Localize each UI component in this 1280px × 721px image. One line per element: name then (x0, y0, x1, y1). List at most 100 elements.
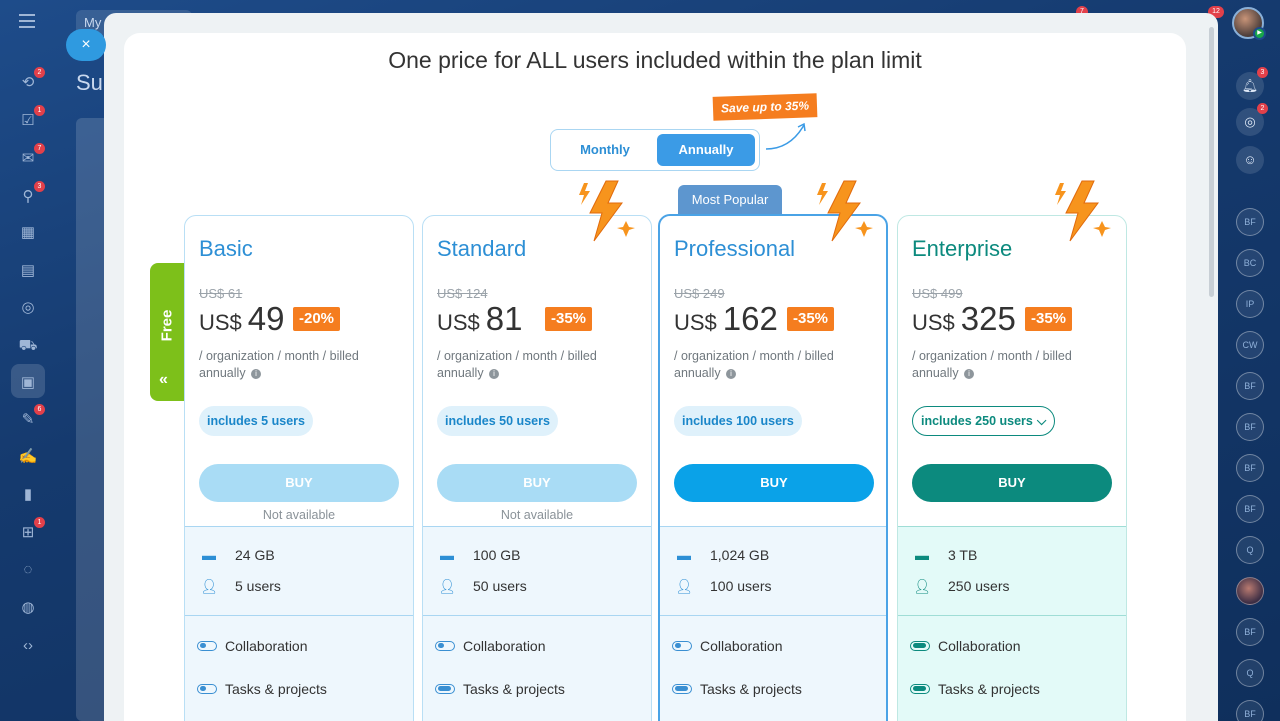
feature-label: Tasks & projects (225, 681, 327, 697)
users-row: 👤︎ 50 users (437, 576, 527, 596)
calendar-icon: ▦ (20, 224, 36, 241)
buy-button[interactable]: BUY (674, 464, 874, 502)
sidebar-item-4[interactable]: ▦ (17, 222, 39, 244)
activity-stream-icon: ⟲ (21, 74, 35, 91)
sidebar-item-12[interactable]: ⊞ 1 (17, 517, 45, 544)
forms-icon: ✎ (21, 411, 35, 428)
right-sidebar: 🔔︎ 3 ◎ 2 ☺ BF BC IP CW BF BF BF BF Q BF Q BF (1220, 0, 1280, 721)
sidebar-item-1[interactable]: ☑ 1 (17, 105, 45, 132)
notifications-button[interactable]: 🔔︎ 3 (1236, 67, 1268, 100)
contact-avatar[interactable]: BF (1236, 454, 1264, 482)
sidebar-item-3[interactable]: ⚲ 3 (17, 181, 45, 208)
free-plan-tab[interactable]: Free « (150, 263, 184, 401)
billing-period: / organization / month / billed annually… (199, 348, 399, 382)
limits-section: ▬ 100 GB 👤︎ 50 users (423, 526, 651, 616)
feature-label: Collaboration (700, 638, 783, 654)
info-icon[interactable]: i (726, 368, 737, 379)
contact-avatar[interactable]: BF (1236, 700, 1264, 721)
sidebar-item-11[interactable]: ▮ (17, 484, 39, 506)
price: US$ 49 (199, 300, 285, 340)
sidebar-item-15[interactable]: ‹› (17, 635, 39, 657)
monthly-option[interactable]: Monthly (555, 134, 655, 166)
sidebar-item-13[interactable]: ◌ (17, 559, 39, 581)
old-price: US$ 249 (674, 286, 725, 301)
free-tab-label: Free (158, 309, 176, 342)
feature-level-icon (435, 641, 455, 651)
user-icon: 👤︎ (200, 577, 218, 594)
plan-card-basic: Basic US$ 61 US$ 49 -20% / organization / mon… (184, 215, 414, 721)
billing-period: / organization / month / billed annually… (437, 348, 637, 382)
inbox-icon: ⊞ (21, 524, 35, 541)
buy-button[interactable]: BUY (199, 464, 399, 502)
sidebar-badge: 2 (34, 67, 45, 78)
users-value: 250 users (948, 578, 1010, 594)
sidebar-item-14[interactable]: ◍ (17, 597, 39, 619)
info-icon[interactable]: i (251, 368, 262, 379)
feature-level-icon (435, 684, 455, 694)
feature-label: Collaboration (463, 638, 546, 654)
page-title: One price for ALL users included within … (388, 47, 922, 73)
price: US$ 162 (674, 300, 778, 340)
users-included-text: includes 250 users (921, 414, 1033, 428)
sidebar-item-8[interactable]: ▣ (17, 372, 39, 394)
contact-avatar[interactable]: Q (1236, 659, 1264, 687)
contact-avatar[interactable]: IP (1236, 290, 1264, 318)
contact-avatar[interactable]: BF (1236, 495, 1264, 523)
users-included[interactable]: includes 250 users ⌵ (912, 406, 1056, 436)
sidebar-item-9[interactable]: ✎ 6 (17, 404, 45, 431)
chats-button[interactable]: ☺ (1236, 146, 1264, 174)
contact-avatar[interactable]: CW (1236, 331, 1264, 359)
buy-button[interactable]: BUY (912, 464, 1112, 502)
sidebar-item-2[interactable]: ✉ 7 (17, 143, 45, 170)
pricing-sheet: One price for ALL users included within … (124, 33, 1186, 721)
contact-avatar[interactable]: BF (1236, 618, 1264, 646)
contact-avatar[interactable]: BF (1236, 208, 1264, 236)
contact-avatar[interactable]: BF (1236, 372, 1264, 400)
feature-level-icon (910, 684, 930, 694)
plan-card-standard: Standard US$ 124 US$ 81 -35% / organization /… (422, 215, 652, 721)
info-icon[interactable]: i (964, 368, 975, 379)
scrollbar[interactable] (1209, 27, 1214, 297)
storage-icon: ▬ (915, 547, 929, 563)
plan-name: Professional (674, 236, 796, 261)
feature-level-icon (197, 641, 217, 651)
sidebar-item-6[interactable]: ◎ (17, 297, 39, 319)
sidebar-item-5[interactable]: ▤ (17, 260, 39, 282)
contact-avatar[interactable] (1236, 577, 1264, 605)
annually-option[interactable]: Annually (657, 134, 755, 166)
price-currency: US$ (674, 310, 717, 335)
sidebar-item-7[interactable]: ⛟ (17, 335, 39, 357)
price: US$ 81 (437, 300, 523, 340)
close-slider-button[interactable]: × (66, 29, 106, 61)
pricing-slider: One price for ALL users included within … (104, 13, 1218, 721)
storage-row: ▬ 100 GB (437, 545, 520, 565)
contact-avatar[interactable]: Q (1236, 536, 1264, 564)
info-icon[interactable]: i (489, 368, 500, 379)
chevron-down-icon[interactable]: ⌵ (1037, 414, 1046, 428)
user-icon: 👤︎ (913, 577, 931, 594)
limits-section: ▬ 24 GB 👤︎ 5 users (185, 526, 413, 616)
feature-row: Tasks & projects (197, 681, 327, 697)
contact-avatar[interactable]: BC (1236, 249, 1264, 277)
old-price: US$ 61 (199, 286, 243, 301)
sidebar-badge: 3 (34, 181, 45, 192)
price-value: 325 (960, 300, 1016, 337)
price-currency: US$ (912, 310, 955, 335)
goals-icon: ◎ (21, 299, 35, 316)
limits-section: ▬ 1,024 GB 👤︎ 100 users (660, 526, 886, 616)
price-value: 49 (247, 300, 285, 337)
users-row: 👤︎ 5 users (199, 576, 281, 596)
storage-value: 100 GB (473, 547, 521, 563)
copilot-button[interactable]: ◎ 2 (1236, 103, 1268, 136)
buy-button[interactable]: BUY (437, 464, 637, 502)
sidebar-item-0[interactable]: ⟲ 2 (17, 67, 45, 94)
users-value: 100 users (710, 578, 772, 594)
feature-row: Tasks & projects (435, 681, 565, 697)
users-included: includes 100 users (674, 406, 802, 436)
contact-avatar[interactable]: BF (1236, 413, 1264, 441)
menu-icon[interactable] (19, 14, 35, 28)
sidebar-item-10[interactable]: ✍ (17, 446, 39, 468)
support-icon: ◌ (23, 561, 33, 578)
feature-level-icon (197, 684, 217, 694)
sign-icon: ✍ (18, 448, 38, 465)
